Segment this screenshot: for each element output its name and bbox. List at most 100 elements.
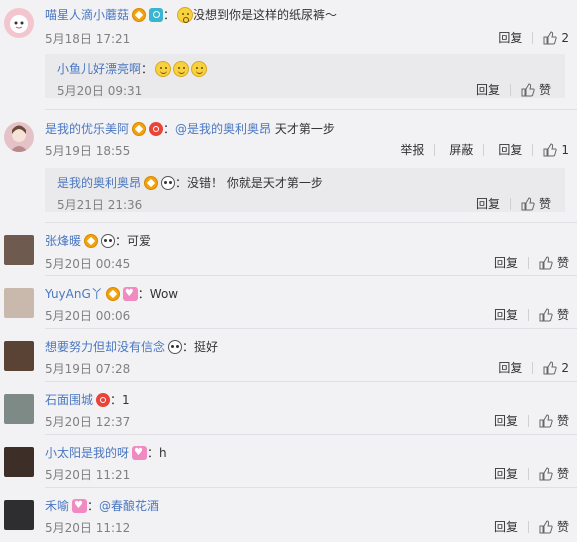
heart-badge-icon[interactable] [132, 444, 148, 462]
like-button[interactable]: 赞 [539, 306, 569, 324]
comment-time: 5月20日 11:12 [45, 521, 131, 535]
like-button[interactable]: 2 [543, 29, 569, 47]
comment-time: 5月19日 07:28 [45, 362, 131, 376]
comment-time: 5月20日 11:21 [45, 468, 131, 482]
like-label: 赞 [556, 256, 569, 270]
comment-time: 5月20日 00:45 [45, 257, 131, 271]
thumbs-up-icon [543, 143, 558, 157]
comment-text: 天才第一步 [274, 122, 335, 136]
like-button[interactable]: 赞 [539, 465, 569, 483]
comment-text: h [159, 446, 167, 460]
like-button[interactable]: 2 [543, 359, 569, 377]
thumbs-up-icon [539, 467, 553, 481]
report-button[interactable]: 举报 [400, 141, 424, 159]
like-button[interactable]: 赞 [539, 412, 569, 430]
like-button[interactable]: 1 [543, 141, 569, 159]
reply-button[interactable]: 回复 [476, 81, 500, 99]
vip-badge-icon[interactable] [84, 234, 99, 248]
comment-time: 5月18日 17:21 [45, 32, 131, 46]
like-button[interactable]: 赞 [521, 81, 551, 99]
smile-emoji-icon [155, 61, 172, 77]
comment-time: 5月19日 18:55 [45, 144, 131, 158]
comment-text: 可爱 [127, 234, 152, 248]
thumbs-up-icon [521, 197, 535, 211]
thumbs-up-icon [539, 308, 553, 322]
shocked-emoji-icon [177, 7, 194, 23]
vip-badge-icon[interactable] [132, 122, 147, 136]
thumbs-up-icon [539, 414, 553, 428]
like-label: 赞 [538, 83, 551, 97]
reply-button[interactable]: 回复 [494, 412, 518, 430]
comment-author[interactable]: YuyAnG丫 [45, 285, 103, 303]
vip-badge-icon[interactable] [132, 8, 147, 22]
red-badge-icon[interactable] [149, 122, 164, 136]
camera-badge-icon[interactable] [149, 8, 164, 22]
comment-text: 没想到你是这样的纸尿裤～ [193, 8, 338, 22]
comment-author[interactable]: 张烽暖 [45, 232, 81, 250]
comment-author[interactable]: 石面围城 [45, 391, 93, 409]
smile-emoji-icon [173, 61, 190, 77]
comment-author[interactable]: 想要努力但却没有信念 [45, 338, 165, 356]
comment-author[interactable]: 小太阳是我的呀 [45, 444, 129, 462]
panda-badge-icon[interactable] [101, 234, 116, 248]
thumbs-up-icon [543, 361, 558, 375]
comment-time: 5月20日 00:06 [45, 309, 131, 323]
avatar[interactable] [4, 8, 34, 38]
block-button[interactable]: 屏蔽 [449, 141, 473, 159]
thumbs-up-icon [543, 31, 558, 45]
reply-button[interactable]: 回复 [494, 254, 518, 272]
divider [45, 275, 577, 276]
like-label: 赞 [556, 414, 569, 428]
thumbs-up-icon [539, 256, 553, 270]
reply-author[interactable]: 是我的奥利奥昂 [57, 174, 141, 192]
comment-author[interactable]: 喵星人滴小蘑菇 [45, 6, 129, 24]
like-count: 1 [561, 143, 569, 157]
mention-link[interactable]: @是我的奥利奥昂 [175, 120, 271, 138]
like-label: 赞 [556, 520, 569, 534]
comment-author[interactable]: 是我的优乐美阿 [45, 120, 129, 138]
reply-button[interactable]: 回复 [498, 141, 522, 159]
avatar[interactable] [4, 341, 34, 371]
comment-text: 1 [122, 393, 130, 407]
divider [45, 109, 577, 110]
reply-button[interactable]: 回复 [494, 518, 518, 536]
like-button[interactable]: 赞 [539, 254, 569, 272]
red-badge-icon[interactable] [96, 393, 111, 407]
comment-text: 挺好 [194, 340, 219, 354]
avatar[interactable] [4, 394, 34, 424]
reply-author[interactable]: 小鱼儿好漂亮啊 [57, 60, 141, 78]
like-label: 赞 [538, 197, 551, 211]
divider [45, 328, 577, 329]
mention-link[interactable]: @春酿花酒 [99, 497, 159, 515]
heart-badge-icon[interactable] [72, 497, 88, 515]
avatar[interactable] [4, 122, 34, 152]
smile-emoji-icon [191, 61, 208, 77]
like-label: 赞 [556, 308, 569, 322]
thumbs-up-icon [539, 520, 553, 534]
like-count: 2 [561, 361, 569, 375]
comment-author[interactable]: 禾喻 [45, 497, 69, 515]
divider [45, 222, 577, 223]
like-button[interactable]: 赞 [539, 518, 569, 536]
like-count: 2 [561, 31, 569, 45]
divider [45, 381, 577, 382]
like-button[interactable]: 赞 [521, 195, 551, 213]
avatar[interactable] [4, 288, 34, 318]
avatar[interactable] [4, 447, 34, 477]
reply-button[interactable]: 回复 [476, 195, 500, 213]
vip-badge-icon[interactable] [144, 176, 159, 190]
thumbs-up-icon [521, 83, 535, 97]
vip-badge-icon[interactable] [105, 287, 120, 301]
reply-time: 5月21日 21:36 [57, 198, 143, 212]
avatar[interactable] [4, 500, 34, 530]
panda-badge-icon[interactable] [161, 176, 176, 190]
reply-button[interactable]: 回复 [498, 359, 522, 377]
heart-badge-icon[interactable] [122, 285, 138, 303]
avatar[interactable] [4, 235, 34, 265]
divider [45, 487, 577, 488]
panda-badge-icon[interactable] [168, 340, 183, 354]
reply-button[interactable]: 回复 [494, 306, 518, 324]
reply-button[interactable]: 回复 [494, 465, 518, 483]
reply-button[interactable]: 回复 [498, 29, 522, 47]
divider [45, 434, 577, 435]
